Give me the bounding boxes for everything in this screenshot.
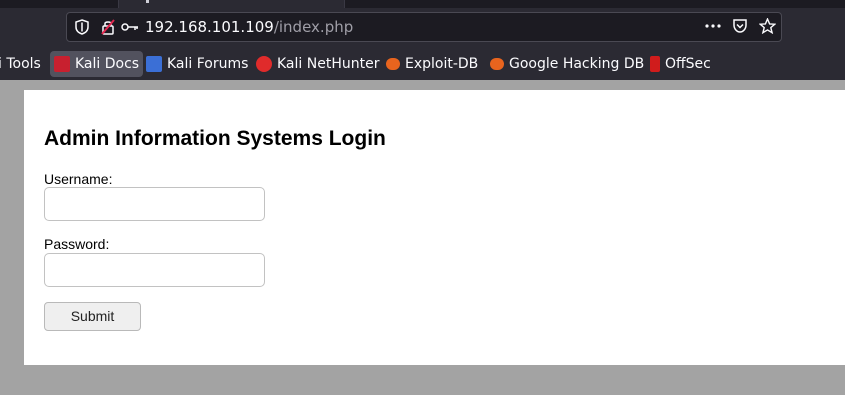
url-path: /index.php xyxy=(273,18,354,36)
bookmark-offsec[interactable]: OffSec xyxy=(650,51,711,77)
bookmark-label: Kali NetHunter xyxy=(277,56,380,72)
insecure-lock-icon[interactable] xyxy=(101,19,115,39)
kali-forums-icon xyxy=(146,56,162,72)
bookmark-label: Kali Docs xyxy=(75,56,140,72)
bookmark-label: Kali Forums xyxy=(167,56,249,72)
bookmark-exploit-db[interactable]: Exploit-DB xyxy=(386,51,478,77)
bookmark-label: OffSec xyxy=(665,56,711,72)
password-field[interactable] xyxy=(44,253,265,287)
tab-strip xyxy=(0,0,845,8)
bookmarks-toolbar: i Tools Kali Docs Kali Forums Kali NetHu… xyxy=(0,48,845,80)
bookmark-kali-forums[interactable]: Kali Forums xyxy=(146,51,248,77)
url-text[interactable]: 192.168.101.109/index.php xyxy=(145,19,353,36)
bookmark-kali-tools[interactable]: i Tools xyxy=(0,51,41,77)
key-icon[interactable] xyxy=(121,19,139,39)
bookmark-kali-nethunter[interactable]: Kali NetHunter xyxy=(256,51,379,77)
shield-icon[interactable] xyxy=(75,19,89,39)
exploit-db-icon xyxy=(386,58,400,70)
google-hacking-db-icon xyxy=(490,58,504,70)
browser-toolbar: 192.168.101.109/index.php xyxy=(0,0,845,48)
bookmark-label: i Tools xyxy=(0,56,41,72)
star-icon[interactable] xyxy=(758,17,777,38)
offsec-icon xyxy=(650,56,660,72)
url-host: 192.168.101.109 xyxy=(145,18,274,36)
pocket-icon[interactable] xyxy=(732,18,748,38)
kali-docs-icon xyxy=(54,56,70,72)
bookmark-kali-docs[interactable]: Kali Docs xyxy=(50,51,144,77)
username-field[interactable] xyxy=(44,187,265,221)
submit-button[interactable]: Submit xyxy=(44,302,141,331)
page-content: Admin Information Systems Login Username… xyxy=(24,90,845,365)
tab-fragment xyxy=(146,0,149,3)
password-label: Password: xyxy=(44,236,110,252)
more-actions-icon[interactable] xyxy=(704,18,722,38)
kali-nethunter-icon xyxy=(256,56,272,72)
username-label: Username: xyxy=(44,171,113,187)
bookmark-label: Exploit-DB xyxy=(405,56,479,72)
tab-edge[interactable] xyxy=(118,0,345,8)
bookmark-google-hacking-db[interactable]: Google Hacking DB xyxy=(490,51,644,77)
url-bar[interactable]: 192.168.101.109/index.php xyxy=(66,12,782,42)
page-title: Admin Information Systems Login xyxy=(44,127,386,150)
bookmark-label: Google Hacking DB xyxy=(509,56,645,72)
